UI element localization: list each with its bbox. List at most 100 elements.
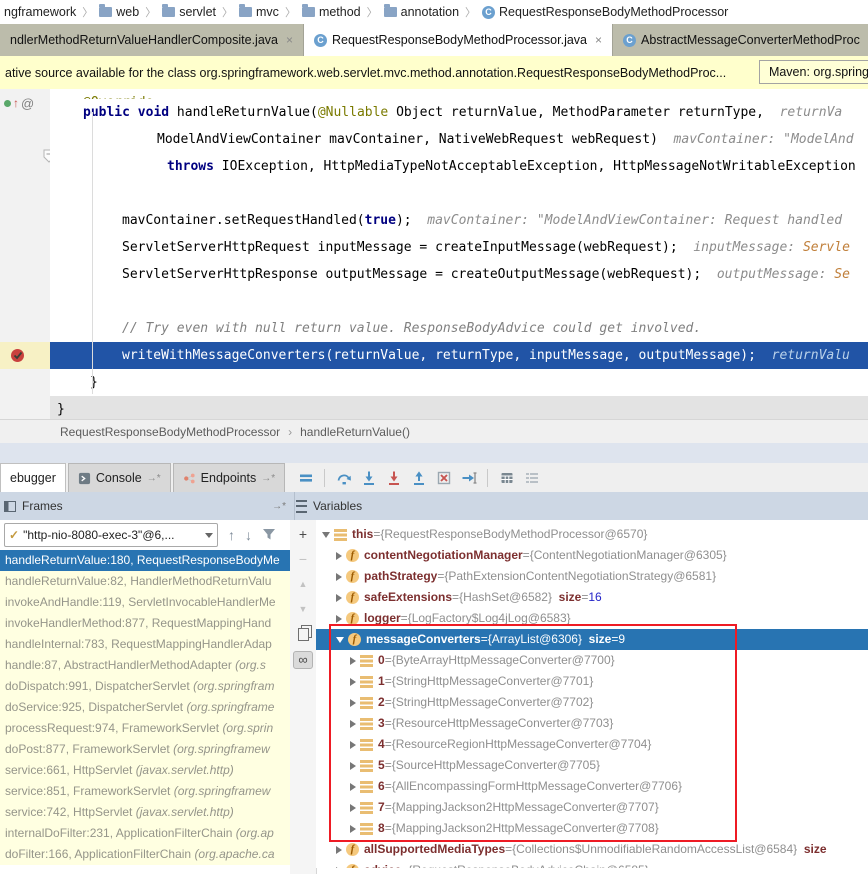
variable-row[interactable]: this = {RequestResponseBodyMethodProcess…: [316, 524, 868, 545]
variable-row[interactable]: flogger = {LogFactory$Log4jLog@6583}: [316, 608, 868, 629]
variable-row[interactable]: 5 = {SourceHttpMessageConverter@7705}: [316, 755, 868, 776]
execution-line[interactable]: writeWithMessageConverters(returnValue, …: [50, 342, 868, 369]
breakpoint-icon[interactable]: [10, 348, 25, 363]
chevron-right-icon[interactable]: [350, 720, 356, 728]
move-up-icon[interactable]: ▲: [294, 576, 312, 592]
debug-tab-ebugger[interactable]: ebugger: [0, 463, 66, 492]
step-over-icon[interactable]: [335, 469, 352, 486]
variable-row[interactable]: 2 = {StringHttpMessageConverter@7702}: [316, 692, 868, 713]
editor-tab[interactable]: CAbstractMessageConverterMethodProc: [613, 24, 868, 56]
close-icon[interactable]: ×: [595, 33, 602, 47]
variable-row[interactable]: 6 = {AllEncompassingFormHttpMessageConve…: [316, 776, 868, 797]
code-line[interactable]: }: [50, 369, 868, 396]
chevron-right-icon[interactable]: [350, 741, 356, 749]
breadcrumb-item[interactable]: mvc: [237, 5, 281, 19]
code-line[interactable]: ServletServerHttpRequest inputMessage = …: [50, 234, 868, 261]
chevron-right-icon[interactable]: [336, 594, 342, 602]
debug-tab-console[interactable]: Console→*: [68, 463, 171, 492]
variable-row[interactable]: 0 = {ByteArrayHttpMessageConverter@7700}: [316, 650, 868, 671]
stack-frame[interactable]: processRequest:974, FrameworkServlet (or…: [0, 718, 290, 739]
stack-frame[interactable]: service:851, FrameworkServlet (org.sprin…: [0, 781, 290, 802]
stack-frame[interactable]: service:661, HttpServlet (javax.servlet.…: [0, 760, 290, 781]
breadcrumb-class[interactable]: RequestResponseBodyMethodProcessor: [60, 425, 280, 439]
previous-frame-icon[interactable]: ↑: [228, 528, 235, 542]
stack-frame[interactable]: handle:87, AbstractHandlerMethodAdapter …: [0, 655, 290, 676]
add-watch-icon[interactable]: +: [294, 526, 312, 542]
variable-row[interactable]: 4 = {ResourceRegionHttpMessageConverter@…: [316, 734, 868, 755]
chevron-right-icon[interactable]: [336, 573, 342, 581]
banner-action-button[interactable]: Maven: org.spring: [759, 60, 868, 84]
variable-row[interactable]: fcontentNegotiationManager = {ContentNeg…: [316, 545, 868, 566]
code-line[interactable]: mavContainer.setRequestHandled(true); ma…: [50, 207, 868, 234]
next-frame-icon[interactable]: ↓: [245, 528, 252, 542]
editor-tab[interactable]: CRequestResponseBodyMethodProcessor.java…: [304, 24, 613, 56]
stack-frame[interactable]: invokeHandlerMethod:877, RequestMappingH…: [0, 613, 290, 634]
code-line[interactable]: [50, 180, 868, 207]
override-marker-icon[interactable]: [4, 100, 11, 107]
run-to-cursor-icon[interactable]: [460, 469, 477, 486]
debug-tab-endpoints[interactable]: Endpoints→*: [173, 463, 286, 492]
variable-row[interactable]: 8 = {MappingJackson2HttpMessageConverter…: [316, 818, 868, 839]
stack-frame[interactable]: internalDoFilter:231, ApplicationFilterC…: [0, 823, 290, 844]
stack-frame[interactable]: service:742, HttpServlet (javax.servlet.…: [0, 802, 290, 823]
breadcrumb-item[interactable]: annotation: [382, 5, 461, 19]
breadcrumb-item[interactable]: CRequestResponseBodyMethodProcessor: [480, 5, 730, 19]
breadcrumb-item[interactable]: method: [300, 5, 363, 19]
chevron-down-icon[interactable]: [336, 637, 344, 643]
step-into-icon[interactable]: [360, 469, 377, 486]
variable-row[interactable]: fmessageConverters = {ArrayList@6306} si…: [316, 629, 868, 650]
code-line[interactable]: throws IOException, HttpMediaTypeNotAcce…: [50, 153, 868, 180]
breadcrumb-item[interactable]: web: [97, 5, 141, 19]
code-line[interactable]: ModelAndViewContainer mavContainer, Nati…: [50, 126, 868, 153]
drop-frame-icon[interactable]: [435, 469, 452, 486]
chevron-right-icon[interactable]: [336, 552, 342, 560]
stack-frame[interactable]: doService:925, DispatcherServlet (org.sp…: [0, 697, 290, 718]
variable-row[interactable]: 7 = {MappingJackson2HttpMessageConverter…: [316, 797, 868, 818]
stack-frame[interactable]: doPost:877, FrameworkServlet (org.spring…: [0, 739, 290, 760]
force-step-into-icon[interactable]: [385, 469, 402, 486]
stack-frame[interactable]: handleReturnValue:82, HandlerMethodRetur…: [0, 571, 290, 592]
breadcrumb-item[interactable]: ngframework: [2, 5, 78, 19]
chevron-right-icon[interactable]: [350, 804, 356, 812]
code-line[interactable]: }: [50, 396, 868, 419]
chevron-down-icon[interactable]: [322, 532, 330, 538]
chevron-right-icon[interactable]: [336, 846, 342, 854]
threads-view-icon[interactable]: [523, 469, 540, 486]
stack-frame[interactable]: doFilter:166, ApplicationFilterChain (or…: [0, 844, 290, 865]
chevron-right-icon[interactable]: [350, 825, 356, 833]
chevron-right-icon[interactable]: [350, 699, 356, 707]
chevron-right-icon[interactable]: [336, 615, 342, 623]
evaluate-expression-icon[interactable]: [498, 469, 515, 486]
pin-icon[interactable]: →*: [272, 501, 286, 512]
remove-watch-icon[interactable]: −: [294, 551, 312, 567]
filter-frames-icon[interactable]: [262, 528, 276, 543]
variable-row[interactable]: 1 = {StringHttpMessageConverter@7701}: [316, 671, 868, 692]
close-icon[interactable]: ×: [286, 33, 293, 47]
step-out-icon[interactable]: [410, 469, 427, 486]
stack-frame[interactable]: doDispatch:991, DispatcherServlet (org.s…: [0, 676, 290, 697]
variable-row[interactable]: fadvice = {RequestResponseBodyAdviceChai…: [316, 860, 868, 868]
chevron-right-icon[interactable]: [350, 762, 356, 770]
overrides-arrow-icon[interactable]: ↑: [13, 97, 19, 109]
show-watches-icon[interactable]: ∞: [293, 651, 313, 669]
code-line[interactable]: ServletServerHttpResponse outputMessage …: [50, 261, 868, 288]
chevron-right-icon[interactable]: [350, 657, 356, 665]
code-line[interactable]: @Override: [50, 89, 868, 99]
variable-row[interactable]: 3 = {ResourceHttpMessageConverter@7703}: [316, 713, 868, 734]
breadcrumb-item[interactable]: servlet: [160, 5, 218, 19]
move-down-icon[interactable]: ▼: [294, 601, 312, 617]
code-line[interactable]: // Try even with null return value. Resp…: [50, 315, 868, 342]
code-line[interactable]: public void handleReturnValue(@Nullable …: [50, 99, 868, 126]
chevron-right-icon[interactable]: [350, 783, 356, 791]
layout-menu-icon[interactable]: [297, 469, 314, 486]
duplicate-icon[interactable]: [294, 626, 312, 642]
stack-frame[interactable]: handleReturnValue:180, RequestResponseBo…: [0, 550, 290, 571]
code-editor[interactable]: @Overridepublic void handleReturnValue(@…: [50, 89, 868, 419]
variable-row[interactable]: fallSupportedMediaTypes = {Collections$U…: [316, 839, 868, 860]
stack-frame[interactable]: invokeAndHandle:119, ServletInvocableHan…: [0, 592, 290, 613]
variable-row[interactable]: fpathStrategy = {PathExtensionContentNeg…: [316, 566, 868, 587]
chevron-right-icon[interactable]: [350, 678, 356, 686]
stack-frame[interactable]: handleInternal:783, RequestMappingHandle…: [0, 634, 290, 655]
variable-row[interactable]: fsafeExtensions = {HashSet@6582} size = …: [316, 587, 868, 608]
thread-selector-dropdown[interactable]: ✓ "http-nio-8080-exec-3"@6,...: [4, 523, 218, 547]
